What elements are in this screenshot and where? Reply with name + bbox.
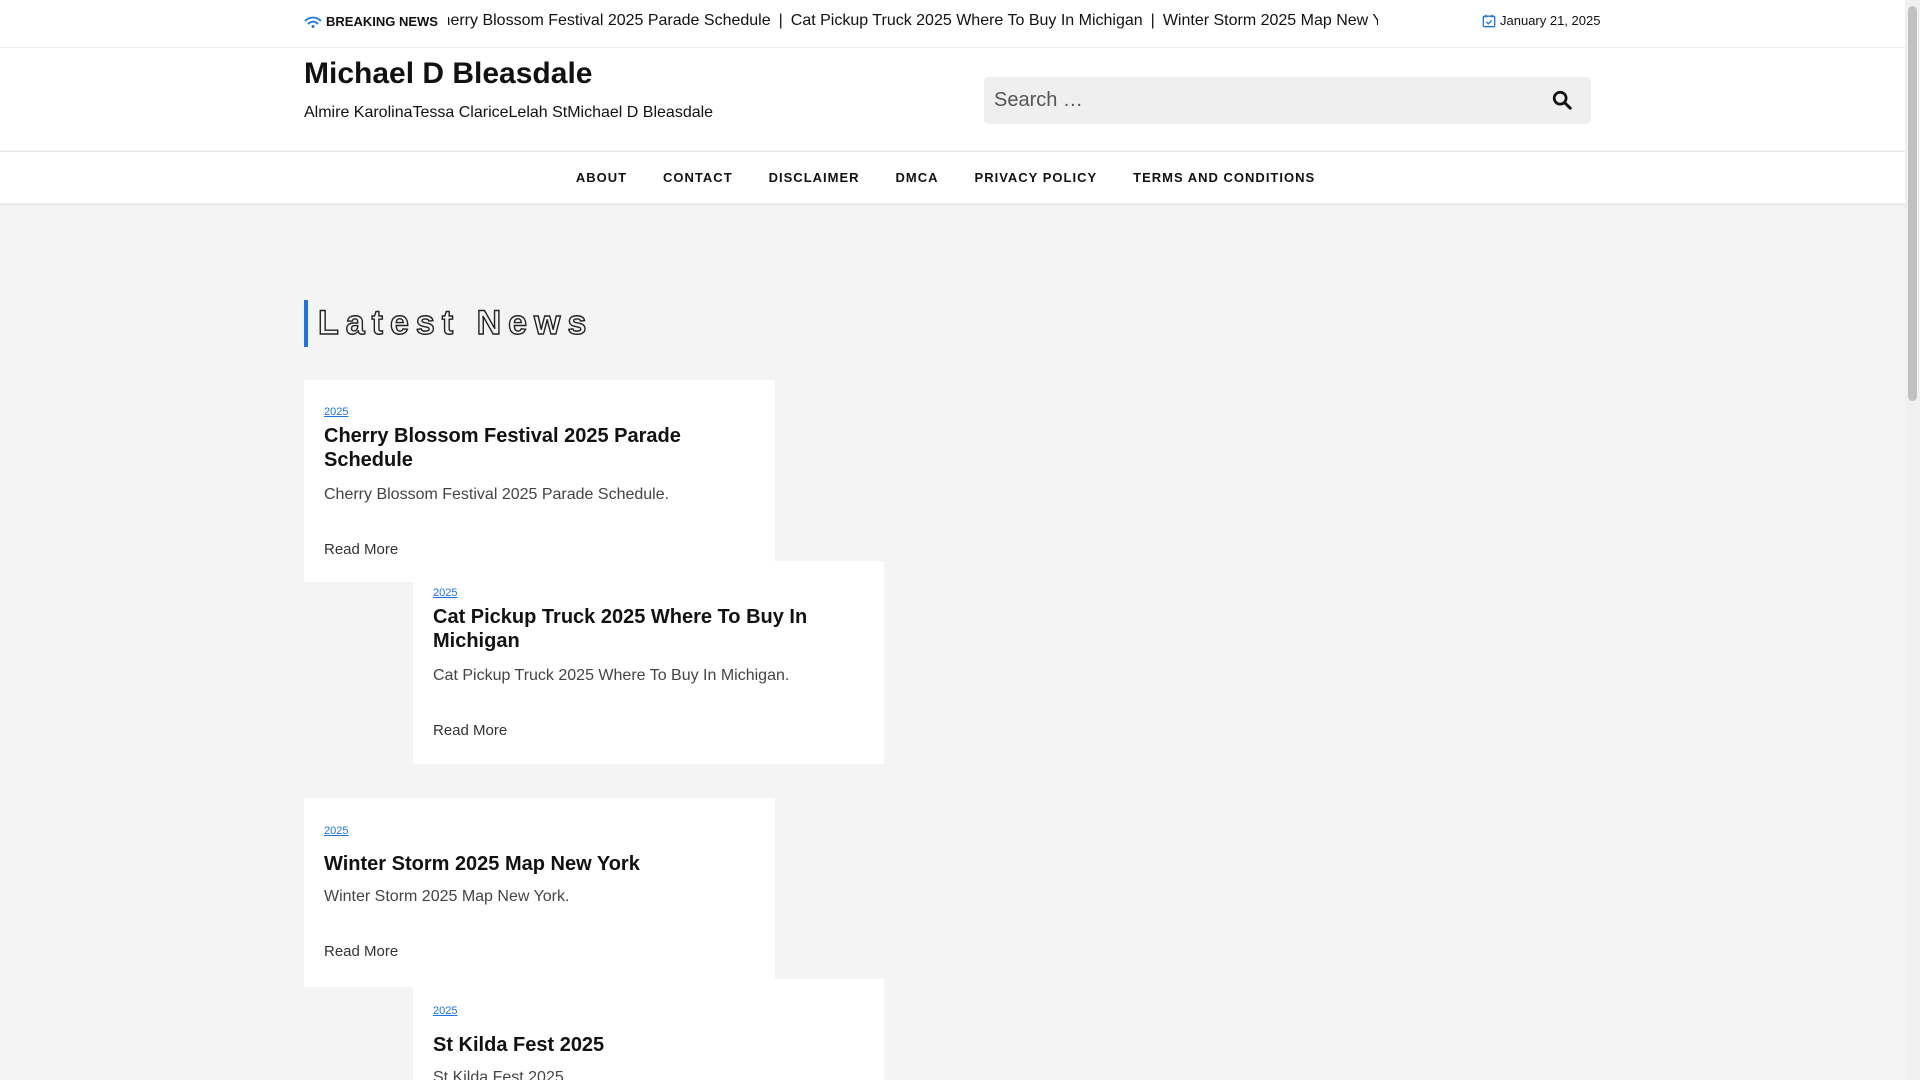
top-bar: BREAKING NEWS Cherry Blossom Festival 20… (0, 0, 1905, 48)
scrollbar-thumb[interactable] (1908, 6, 1917, 401)
post-card: 2025 Cat Pickup Truck 2025 Where To Buy … (413, 561, 884, 764)
ticker-separator: | (1150, 12, 1155, 29)
post-card: 2025 St Kilda Fest 2025 St Kilda Fest 20… (413, 979, 884, 1080)
post-category[interactable]: 2025 (433, 1005, 457, 1017)
post-excerpt: St Kilda Fest 2025. (433, 1069, 569, 1080)
site-title[interactable]: Michael D Bleasdale (304, 57, 592, 91)
post-excerpt: Winter Storm 2025 Map New York. (324, 888, 570, 905)
ticker-separator: | (778, 12, 783, 29)
news-ticker: Cherry Blossom Festival 2025 Parade Sche… (448, 12, 1378, 36)
nav-item-about[interactable]: ABOUT (576, 170, 627, 185)
nav-item-privacy-policy[interactable]: PRIVACY POLICY (975, 170, 1098, 185)
post-excerpt: Cherry Blossom Festival 2025 Parade Sche… (324, 486, 670, 503)
post-card: 2025 Cherry Blossom Festival 2025 Parade… (304, 380, 775, 582)
post-category[interactable]: 2025 (433, 587, 457, 599)
section-title: Latest News (304, 300, 593, 347)
nav-item-disclaimer[interactable]: DISCLAIMER (769, 170, 860, 185)
post-title[interactable]: St Kilda Fest 2025 (433, 1033, 864, 1057)
post-title[interactable]: Winter Storm 2025 Map New York (324, 852, 755, 876)
post-category[interactable]: 2025 (324, 825, 348, 837)
read-more-link[interactable]: Read More (433, 722, 507, 739)
search-icon[interactable] (1551, 89, 1573, 111)
breaking-news-label: BREAKING NEWS (304, 14, 438, 29)
post-category[interactable]: 2025 (324, 406, 348, 418)
wifi-icon (304, 16, 322, 28)
search-input[interactable] (984, 77, 1591, 124)
ticker-item[interactable]: Cat Pickup Truck 2025 Where To Buy In Mi… (791, 12, 1143, 29)
calendar-check-icon (1482, 14, 1496, 27)
nav-item-terms[interactable]: TERMS AND CONDITIONS (1133, 170, 1315, 185)
site-header (0, 48, 1905, 150)
current-date: January 21, 2025 (1482, 13, 1600, 28)
post-excerpt: Cat Pickup Truck 2025 Where To Buy In Mi… (433, 667, 790, 684)
vertical-scrollbar[interactable] (1905, 0, 1920, 1080)
read-more-link[interactable]: Read More (324, 943, 398, 960)
post-card: 2025 Winter Storm 2025 Map New York Wint… (304, 798, 775, 987)
post-title[interactable]: Cherry Blossom Festival 2025 Parade Sche… (324, 424, 755, 472)
date-text: January 21, 2025 (1500, 13, 1601, 28)
search-form (984, 77, 1591, 124)
read-more-link[interactable]: Read More (324, 541, 398, 558)
nav-item-contact[interactable]: CONTACT (663, 170, 733, 185)
main-navigation: ABOUT CONTACT DISCLAIMER DMCA PRIVACY PO… (0, 151, 1905, 203)
nav-item-dmca[interactable]: DMCA (896, 170, 939, 185)
breaking-news-text: BREAKING NEWS (326, 14, 438, 29)
site-description: Almire KarolinaTessa ClariceLelah StMich… (304, 104, 714, 121)
post-title[interactable]: Cat Pickup Truck 2025 Where To Buy In Mi… (433, 605, 864, 653)
ticker-item[interactable]: Winter Storm 2025 Map New York (1163, 12, 1378, 29)
ticker-item[interactable]: Cherry Blossom Festival 2025 Parade Sche… (448, 12, 771, 29)
